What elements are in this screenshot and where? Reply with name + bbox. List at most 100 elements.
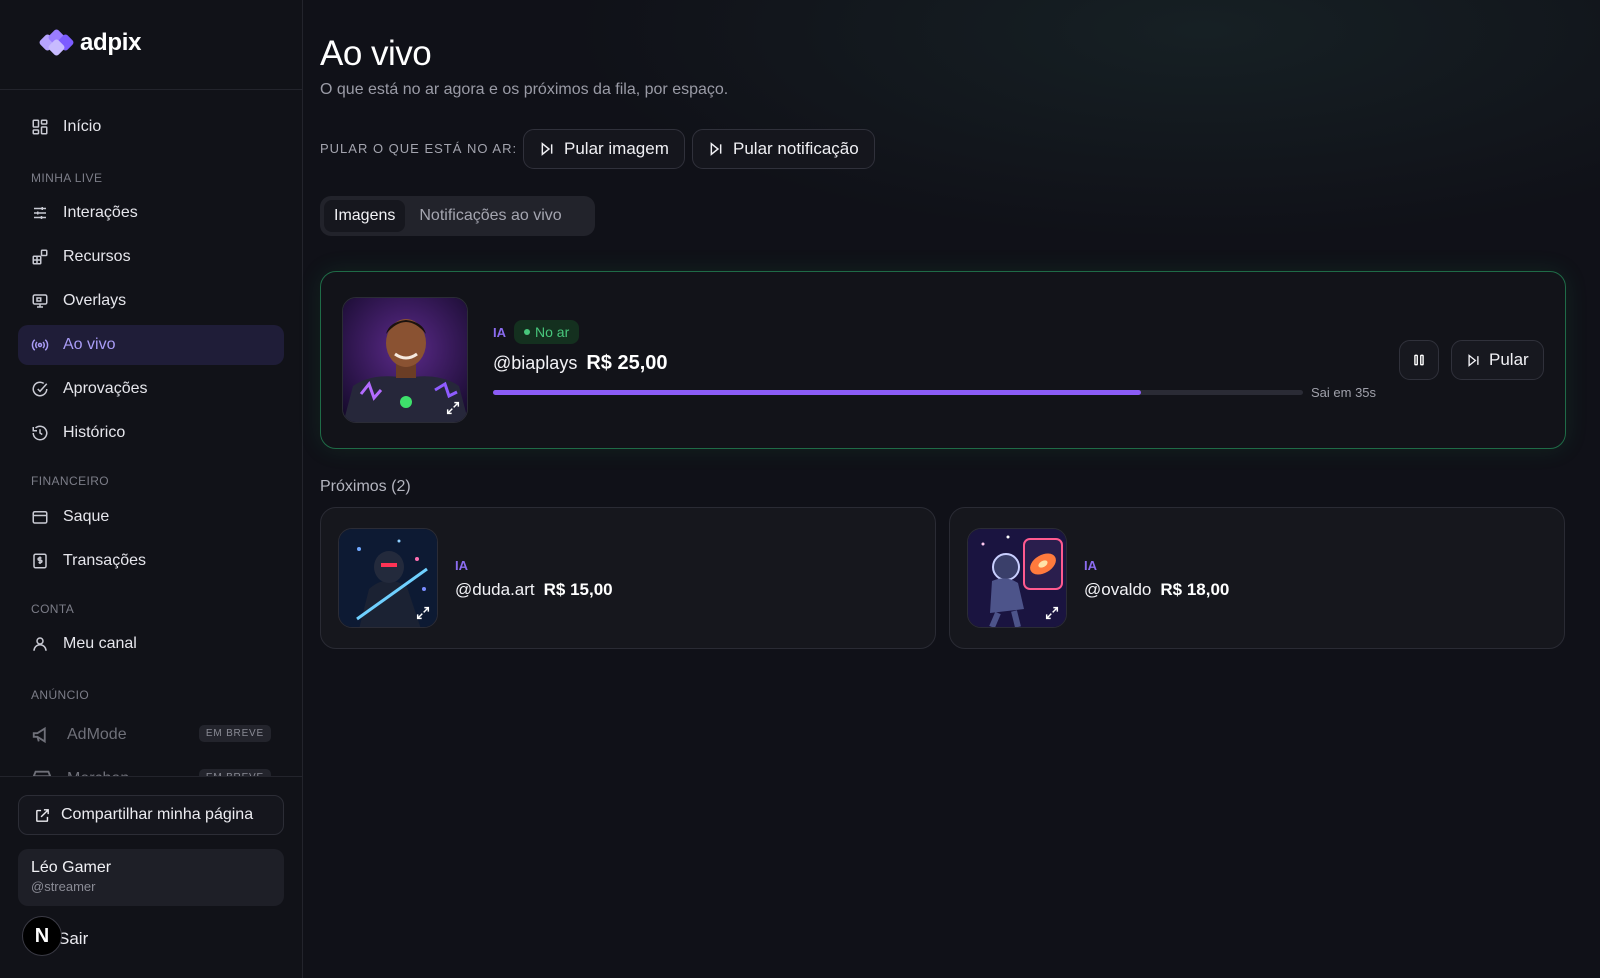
queue-item-amount: R$ 18,00 — [1160, 580, 1230, 599]
live-image-thumbnail[interactable] — [342, 297, 468, 423]
sidebar: adpix Início MINHA LIVE Interações Recur… — [0, 0, 303, 978]
logout-button[interactable]: Sair — [58, 929, 88, 949]
now-playing-card: IA No ar @biaplays R$ 25,00 Sai em 35s P… — [320, 271, 1566, 449]
skip-live-button[interactable]: Pular — [1451, 340, 1544, 380]
pause-icon — [1414, 354, 1424, 366]
skip-forward-icon — [1468, 353, 1479, 367]
share-page-button[interactable]: Compartilhar minha página — [18, 795, 284, 835]
skip-image-label: Pular imagem — [564, 139, 669, 158]
sidebar-item-label: Aprovações — [63, 380, 148, 397]
queue-image-thumbnail[interactable] — [338, 528, 438, 628]
section-label-financeiro: FINANCEIRO — [31, 474, 110, 488]
skip-forward-icon — [541, 142, 553, 156]
section-label-minha-live: MINHA LIVE — [31, 171, 103, 185]
main-content: Ao vivo O que está no ar agora e os próx… — [303, 0, 1600, 978]
share-page-label: Compartilhar minha página — [61, 806, 254, 823]
adpix-logo-icon — [39, 29, 74, 56]
live-handle: @biaplays — [493, 353, 578, 373]
brand-logo[interactable]: adpix — [38, 28, 141, 58]
tab-imagens[interactable]: Imagens — [324, 200, 406, 232]
section-label-anuncio: ANÚNCIO — [31, 688, 90, 702]
history-icon — [32, 425, 48, 441]
sidebar-item-aprovacoes[interactable]: Aprovações — [18, 369, 284, 409]
sidebar-item-transacoes[interactable]: Transações — [18, 541, 284, 581]
sidebar-divider — [0, 89, 303, 90]
sidebar-item-label: Ao vivo — [63, 336, 116, 353]
sidebar-item-admode: AdMode EM BREVE — [18, 715, 284, 755]
live-amount: R$ 25,00 — [586, 352, 668, 374]
sidebar-item-historico[interactable]: Histórico — [18, 413, 284, 453]
page-subtitle: O que está no ar agora e os próximos da … — [320, 81, 729, 98]
ai-tag: IA — [1084, 558, 1097, 573]
tab-notificacoes[interactable]: Notificações ao vivo — [409, 200, 571, 232]
blocks-icon — [32, 249, 48, 265]
live-meta: IA No ar — [493, 320, 580, 344]
user-card[interactable]: Léo Gamer @streamer — [18, 849, 284, 906]
skip-image-button[interactable]: Pular imagem — [523, 129, 685, 169]
sidebar-item-saque[interactable]: Saque — [18, 497, 284, 537]
dev-tools-badge[interactable]: N — [22, 916, 62, 956]
sidebar-item-meu-canal[interactable]: Meu canal — [18, 624, 284, 664]
sidebar-item-label: Overlays — [63, 292, 127, 309]
sidebar-item-label: Transações — [63, 552, 146, 569]
sidebar-item-label: Meu canal — [63, 635, 137, 652]
time-remaining: Sai em 35s — [1311, 385, 1377, 400]
on-air-badge: No ar — [514, 320, 580, 344]
brand-name: adpix — [80, 29, 142, 56]
receipt-icon — [33, 553, 47, 569]
sliders-icon — [34, 207, 46, 219]
skip-section-label: PULAR O QUE ESTÁ NO AR: — [320, 141, 518, 156]
expand-icon[interactable] — [445, 400, 461, 416]
live-dot-icon — [524, 329, 530, 335]
sidebar-divider — [0, 776, 303, 777]
expand-icon[interactable] — [1044, 605, 1060, 621]
queue-item-title: @duda.art R$ 15,00 — [455, 580, 613, 600]
ai-tag: IA — [455, 558, 468, 573]
live-progress-fill — [493, 390, 1141, 395]
queue-item-meta: IA — [1084, 557, 1097, 575]
queue-item-amount: R$ 15,00 — [543, 580, 613, 599]
sidebar-item-label: Recursos — [63, 248, 131, 265]
sidebar-item-label: Início — [63, 118, 102, 135]
sidebar-item-ao-vivo[interactable]: Ao vivo — [18, 325, 284, 365]
sidebar-item-inicio[interactable]: Início — [18, 107, 284, 147]
queue-item-card: IA @ovaldo R$ 18,00 — [949, 507, 1565, 649]
queue-item-handle: @ovaldo — [1084, 580, 1152, 599]
skip-forward-icon — [710, 142, 722, 156]
queue-label: Próximos (2) — [320, 478, 411, 495]
sidebar-item-label: Interações — [63, 204, 138, 221]
megaphone-icon — [32, 726, 46, 744]
skip-notification-button[interactable]: Pular notificação — [692, 129, 875, 169]
coming-soon-badge: EM BREVE — [198, 725, 271, 742]
queue-item-meta: IA — [455, 557, 468, 575]
queue-item-handle: @duda.art — [455, 580, 535, 599]
external-link-icon — [36, 808, 49, 822]
wallet-icon — [32, 511, 48, 524]
user-name: Léo Gamer — [31, 859, 112, 876]
user-handle: @streamer — [31, 879, 96, 894]
dashboard-icon — [32, 119, 48, 135]
monitor-icon — [32, 294, 48, 308]
check-circle-icon — [32, 381, 48, 397]
live-title: @biaplays R$ 25,00 — [493, 352, 668, 375]
sidebar-item-interacoes[interactable]: Interações — [18, 193, 284, 233]
pause-button[interactable] — [1399, 340, 1439, 380]
skip-notification-label: Pular notificação — [733, 139, 859, 158]
skip-live-label: Pular — [1489, 350, 1529, 369]
live-progress-bar — [493, 390, 1303, 395]
queue-image-thumbnail[interactable] — [967, 528, 1067, 628]
user-icon — [33, 637, 47, 651]
sidebar-item-overlays[interactable]: Overlays — [18, 281, 284, 321]
sidebar-item-recursos[interactable]: Recursos — [18, 237, 284, 277]
page-title: Ao vivo — [320, 34, 432, 73]
section-label-conta: CONTA — [31, 602, 75, 616]
expand-icon[interactable] — [415, 605, 431, 621]
sidebar-item-label: Saque — [63, 508, 110, 525]
broadcast-icon — [31, 339, 49, 351]
sidebar-item-label: Histórico — [63, 424, 126, 441]
sidebar-item-label: AdMode — [67, 726, 127, 743]
queue-item-title: @ovaldo R$ 18,00 — [1084, 580, 1229, 600]
queue-item-card: IA @duda.art R$ 15,00 — [320, 507, 936, 649]
ai-tag: IA — [493, 324, 506, 340]
on-air-label: No ar — [535, 324, 570, 340]
